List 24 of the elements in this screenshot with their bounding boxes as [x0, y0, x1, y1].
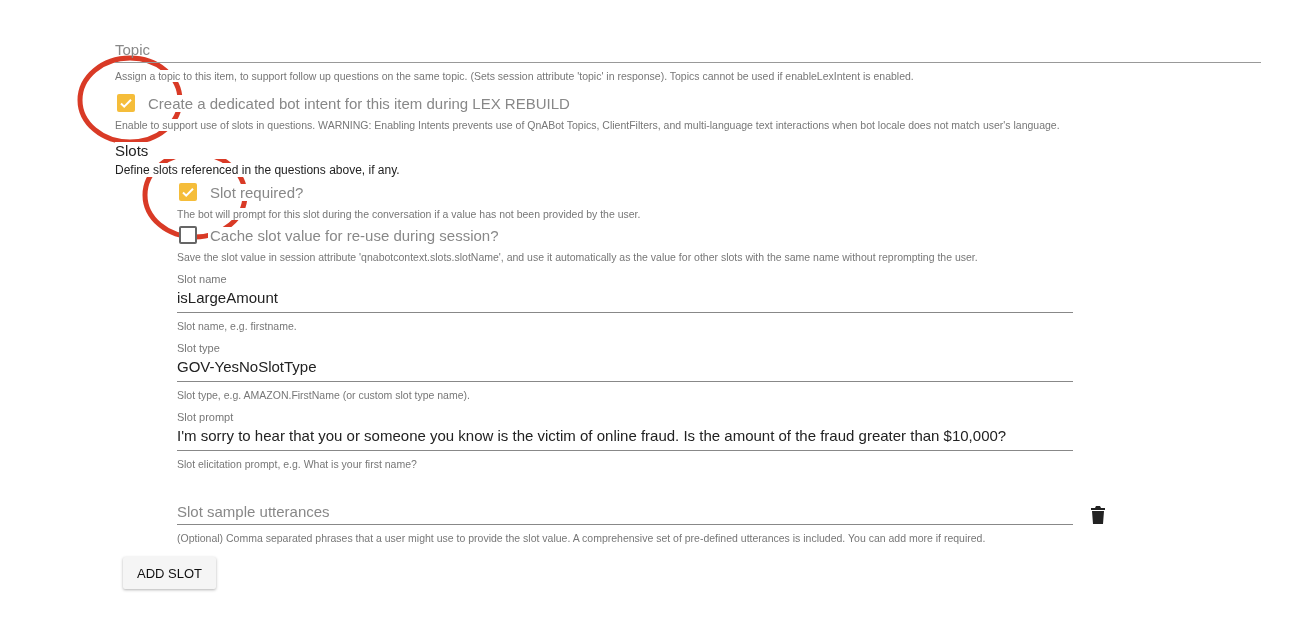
field-label: Slot name — [177, 273, 228, 285]
checkbox[interactable] — [179, 226, 197, 244]
checkbox-label[interactable]: Slot required? — [208, 183, 306, 201]
field-hint: Slot type, e.g. AMAZON.FirstName (or custom slot type name). — [177, 389, 470, 401]
add-slot-button[interactable]: ADD SLOT — [123, 557, 216, 589]
checkbox[interactable] — [117, 94, 135, 112]
field-label: Slot type — [177, 342, 221, 354]
field-hint: (Optional) Comma separated phrases that a user might use to provide the slot value. A comprehensive set of pre-defined utterances is included. You can add more if required. — [177, 532, 986, 544]
field-label: Slot prompt — [177, 411, 235, 423]
topic-field[interactable]: Topic — [115, 38, 1261, 62]
trash-icon[interactable] — [1091, 506, 1105, 524]
input-field[interactable]: Slot sample utterances — [177, 500, 1073, 524]
field-hint: Slot elicitation prompt, e.g. What is your first name? — [177, 458, 417, 470]
checkbox-hint: Enable to support use of slots in questions. WARNING: Enabling Intents prevents use of QnABot Topics, ClientFilters, and multi-language text interactions when bot locale does not match user's language. — [115, 119, 1060, 131]
input-field[interactable]: GOV-YesNoSlotType — [177, 354, 1073, 381]
field-hint: Slot name, e.g. firstname. — [177, 320, 297, 332]
checkbox-hint: The bot will prompt for this slot during the conversation if a value has not been provided by the user. — [177, 208, 641, 220]
field-hint: Assign a topic to this item, to support follow up questions on the same topic. (Sets session attribute 'topic' in response). Topics cannot be used if enableLexIntent is enabled. — [115, 70, 914, 82]
checkbox-label[interactable]: Cache slot value for re-use during session? — [208, 226, 501, 244]
checkbox-label[interactable]: Create a dedicated bot intent for this item during LEX REBUILD — [146, 94, 572, 112]
checkbox[interactable] — [179, 183, 197, 201]
checkbox-hint: Save the slot value in session attribute 'qnabotcontext.slots.slotName', and use it automatically as the value for other slots with the same name without reprompting the user. — [177, 251, 978, 263]
input-field[interactable]: isLargeAmount — [177, 285, 1073, 312]
input-field[interactable]: I'm sorry to hear that you or someone you know is the victim of online fraud. Is the amount of the fraud greater than $10,000? — [177, 423, 1073, 450]
